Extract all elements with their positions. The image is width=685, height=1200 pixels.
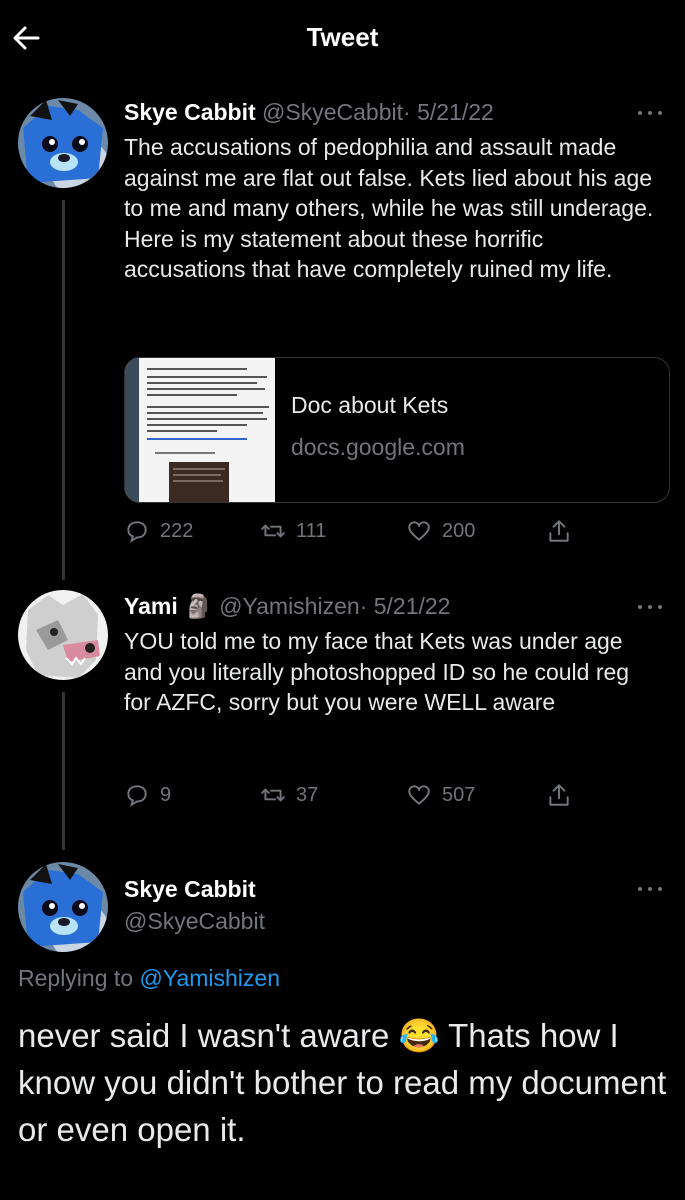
like-button[interactable]: 200 — [406, 518, 475, 544]
thread-line — [62, 692, 65, 850]
tweet-1-text: The accusations of pedophilia and assaul… — [124, 134, 654, 282]
share-button[interactable] — [546, 782, 582, 808]
retweet-button[interactable]: 111 — [260, 518, 326, 544]
card-title: Doc about Kets — [291, 392, 449, 418]
focused-name: Skye Cabbit — [124, 876, 256, 903]
reply-count: 222 — [160, 519, 194, 542]
focused-handle[interactable]: @SkyeCabbit — [124, 908, 265, 935]
retweet-count: 37 — [296, 783, 319, 806]
tweet-2-header: Yami 🗿 @Yamishizen· 5/21/22 — [124, 593, 450, 620]
tweet-date[interactable]: · 5/21/22 — [403, 99, 494, 125]
reply-icon — [127, 785, 147, 807]
reply-button[interactable]: 9 — [124, 782, 171, 808]
heart-icon — [408, 521, 430, 541]
retweet-count: 111 — [296, 519, 327, 542]
tweet-1-actions: 222 111 200 — [124, 518, 664, 548]
card-domain: docs.google.com — [291, 434, 465, 460]
moai-emoji: 🗿 — [184, 593, 213, 619]
like-count: 200 — [442, 519, 476, 542]
handle[interactable]: @Yamishizen — [219, 593, 360, 619]
tweet-2-actions: 9 37 507 — [124, 782, 664, 812]
top-bar: Tweet — [0, 0, 685, 78]
avatar-skye-cabbit[interactable] — [18, 98, 108, 188]
share-icon — [549, 520, 569, 542]
replying-mention-link[interactable]: @Yamishizen — [139, 965, 280, 991]
replying-label: Replying to — [18, 965, 134, 991]
retweet-icon — [261, 788, 285, 802]
reply-count: 9 — [160, 783, 172, 806]
display-name[interactable]: Yami — [124, 593, 178, 619]
handle[interactable]: @SkyeCabbit — [262, 99, 403, 125]
display-name[interactable]: Skye Cabbit — [124, 99, 256, 125]
avatar-skye-cabbit[interactable] — [18, 862, 108, 952]
retweet-icon — [261, 524, 285, 538]
focused-tweet-text: never said I wasn't aware 😂 Thats how I … — [18, 1017, 667, 1148]
share-button[interactable] — [546, 518, 582, 544]
more-icon[interactable] — [638, 884, 666, 894]
page-title: Tweet — [306, 22, 379, 52]
document-thumbnail — [125, 358, 275, 502]
tweet-1-header: Skye Cabbit @SkyeCabbit· 5/21/22 — [124, 99, 494, 126]
display-name[interactable]: Skye Cabbit — [124, 876, 256, 902]
avatar-yami[interactable] — [18, 590, 108, 680]
reply-button[interactable]: 222 — [124, 518, 193, 544]
thread-line — [62, 200, 65, 580]
heart-icon — [408, 785, 430, 805]
like-count: 507 — [442, 783, 476, 806]
retweet-button[interactable]: 37 — [260, 782, 318, 808]
tweet-date[interactable]: · 5/21/22 — [360, 593, 451, 619]
link-card[interactable]: Doc about Kets docs.google.com — [124, 357, 670, 503]
more-icon[interactable] — [638, 108, 666, 118]
replying-to: Replying to @Yamishizen — [18, 965, 280, 992]
more-icon[interactable] — [638, 602, 666, 612]
like-button[interactable]: 507 — [406, 782, 475, 808]
tweet-2-text: YOU told me to my face that Kets was und… — [124, 628, 630, 715]
reply-icon — [127, 521, 147, 543]
share-icon — [549, 784, 569, 806]
